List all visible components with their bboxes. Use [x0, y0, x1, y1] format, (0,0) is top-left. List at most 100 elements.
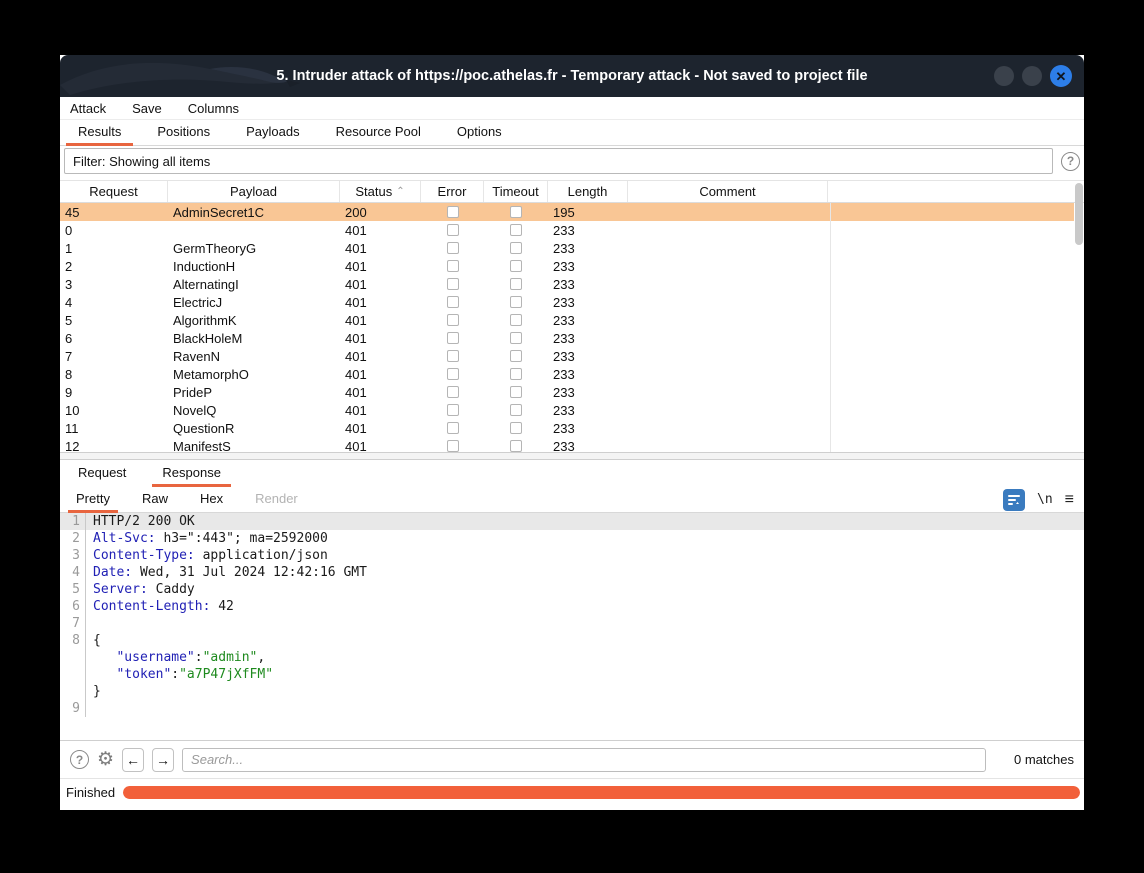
- table-row[interactable]: 8MetamorphO401233: [60, 365, 1074, 383]
- subtab-pretty[interactable]: Pretty: [60, 487, 126, 512]
- search-input[interactable]: Search...: [182, 748, 986, 772]
- search-next-button[interactable]: →: [152, 748, 174, 772]
- table-row[interactable]: 11QuestionR401233: [60, 419, 1074, 437]
- table-row[interactable]: 5AlgorithmK401233: [60, 311, 1074, 329]
- table-row[interactable]: 9PrideP401233: [60, 383, 1074, 401]
- timeout-checkbox[interactable]: [510, 314, 522, 326]
- subtab-raw[interactable]: Raw: [126, 487, 184, 512]
- error-checkbox[interactable]: [447, 314, 459, 326]
- search-prev-button[interactable]: ←: [122, 748, 144, 772]
- timeout-checkbox[interactable]: [510, 368, 522, 380]
- error-checkbox[interactable]: [447, 260, 459, 272]
- viewer-menu-icon[interactable]: ≡: [1065, 491, 1074, 509]
- timeout-checkbox[interactable]: [510, 350, 522, 362]
- cell-payload: ManifestS: [168, 439, 340, 453]
- filter-row: Filter: Showing all items ?: [60, 146, 1084, 176]
- col-timeout[interactable]: Timeout: [484, 181, 548, 202]
- search-help-icon[interactable]: ?: [70, 750, 89, 769]
- title-bar: 5. Intruder attack of https://poc.athela…: [60, 55, 1084, 97]
- cell-length: 233: [548, 259, 628, 274]
- menu-attack[interactable]: Attack: [70, 101, 106, 116]
- timeout-checkbox[interactable]: [510, 242, 522, 254]
- timeout-checkbox[interactable]: [510, 422, 522, 434]
- code-text: Alt-Svc: h3=":443"; ma=2592000: [86, 530, 328, 547]
- cell-status: 401: [340, 331, 421, 346]
- results-table-header: Request Payload Status⌃ Error Timeout Le…: [60, 181, 1084, 203]
- line-number: 5: [60, 581, 86, 598]
- cell-status: 401: [340, 439, 421, 453]
- table-row[interactable]: 45AdminSecret1C200195: [60, 203, 1074, 221]
- error-checkbox[interactable]: [447, 350, 459, 362]
- table-row[interactable]: 2InductionH401233: [60, 257, 1074, 275]
- error-checkbox[interactable]: [447, 278, 459, 290]
- search-settings-icon[interactable]: ⚙: [97, 750, 114, 769]
- cell-request: 0: [60, 223, 168, 238]
- newline-toggle-icon[interactable]: \n: [1037, 492, 1053, 507]
- timeout-checkbox[interactable]: [510, 440, 522, 452]
- tab-positions[interactable]: Positions: [139, 120, 228, 145]
- table-row[interactable]: 0401233: [60, 221, 1074, 239]
- code-text: [86, 700, 93, 717]
- col-length[interactable]: Length: [548, 181, 628, 202]
- col-request[interactable]: Request: [60, 181, 168, 202]
- cell-error: [421, 206, 484, 218]
- timeout-checkbox[interactable]: [510, 296, 522, 308]
- timeout-checkbox[interactable]: [510, 206, 522, 218]
- timeout-checkbox[interactable]: [510, 278, 522, 290]
- cell-request: 4: [60, 295, 168, 310]
- cell-timeout: [484, 440, 548, 452]
- error-checkbox[interactable]: [447, 332, 459, 344]
- timeout-checkbox[interactable]: [510, 224, 522, 236]
- maximize-button[interactable]: [1022, 66, 1042, 86]
- filter-bar[interactable]: Filter: Showing all items: [64, 148, 1053, 174]
- tab-resource-pool[interactable]: Resource Pool: [318, 120, 439, 145]
- col-error[interactable]: Error: [421, 181, 484, 202]
- tab-request[interactable]: Request: [60, 460, 144, 487]
- code-text: }: [86, 683, 101, 700]
- timeout-checkbox[interactable]: [510, 404, 522, 416]
- error-checkbox[interactable]: [447, 404, 459, 416]
- error-checkbox[interactable]: [447, 224, 459, 236]
- response-editor[interactable]: 1HTTP/2 200 OK2Alt-Svc: h3=":443"; ma=25…: [60, 513, 1084, 740]
- tab-options[interactable]: Options: [439, 120, 520, 145]
- table-row[interactable]: 10NovelQ401233: [60, 401, 1074, 419]
- menu-columns[interactable]: Columns: [188, 101, 239, 116]
- tab-payloads[interactable]: Payloads: [228, 120, 317, 145]
- error-checkbox[interactable]: [447, 386, 459, 398]
- timeout-checkbox[interactable]: [510, 332, 522, 344]
- cell-error: [421, 440, 484, 452]
- cell-status: 401: [340, 277, 421, 292]
- subtab-hex[interactable]: Hex: [184, 487, 239, 512]
- error-checkbox[interactable]: [447, 242, 459, 254]
- results-scrollbar[interactable]: [1075, 183, 1083, 245]
- table-row[interactable]: 1GermTheoryG401233: [60, 239, 1074, 257]
- cell-error: [421, 368, 484, 380]
- timeout-checkbox[interactable]: [510, 386, 522, 398]
- tab-response[interactable]: Response: [144, 460, 239, 487]
- error-checkbox[interactable]: [447, 206, 459, 218]
- timeout-checkbox[interactable]: [510, 260, 522, 272]
- error-checkbox[interactable]: [447, 440, 459, 452]
- minimize-button[interactable]: [994, 66, 1014, 86]
- table-row[interactable]: 7RavenN401233: [60, 347, 1074, 365]
- col-comment[interactable]: Comment: [628, 181, 828, 202]
- help-icon[interactable]: ?: [1061, 152, 1080, 171]
- horizontal-splitter[interactable]: [60, 452, 1084, 460]
- col-payload[interactable]: Payload: [168, 181, 340, 202]
- cell-error: [421, 386, 484, 398]
- code-text: HTTP/2 200 OK: [86, 513, 195, 530]
- menu-save[interactable]: Save: [132, 101, 162, 116]
- table-row[interactable]: 6BlackHoleM401233: [60, 329, 1074, 347]
- cell-length: 233: [548, 295, 628, 310]
- cell-payload: NovelQ: [168, 403, 340, 418]
- error-checkbox[interactable]: [447, 368, 459, 380]
- error-checkbox[interactable]: [447, 422, 459, 434]
- table-row[interactable]: 3AlternatingI401233: [60, 275, 1074, 293]
- table-row[interactable]: 4ElectricJ401233: [60, 293, 1074, 311]
- error-checkbox[interactable]: [447, 296, 459, 308]
- tab-results[interactable]: Results: [60, 120, 139, 145]
- prettify-toggle-icon[interactable]: [1003, 489, 1025, 511]
- col-status[interactable]: Status⌃: [340, 181, 421, 202]
- close-button[interactable]: ✕: [1050, 65, 1072, 87]
- table-row[interactable]: 12ManifestS401233: [60, 437, 1074, 452]
